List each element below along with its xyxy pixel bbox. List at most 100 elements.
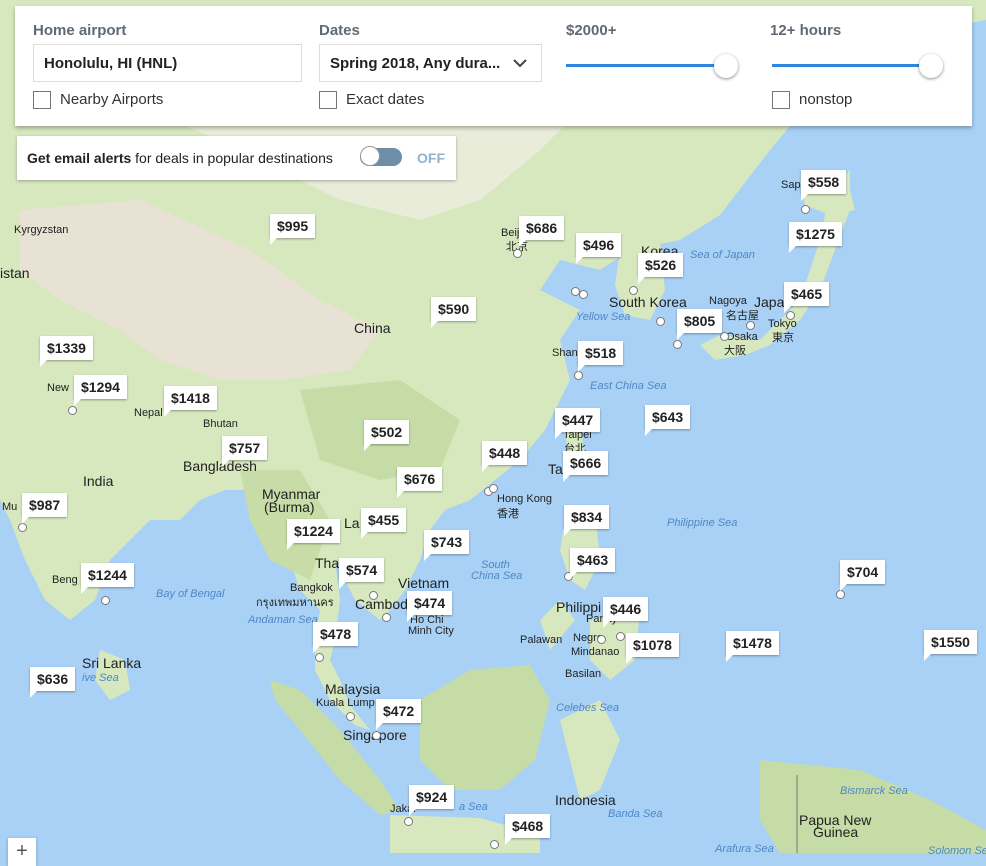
price-marker-bengaluru[interactable]: $1244 — [81, 563, 134, 594]
map-canvas[interactable] — [0, 0, 986, 853]
price-marker-hanoi[interactable]: $676 — [397, 467, 443, 498]
email-alerts-card: Get email alerts for deals in popular de… — [17, 136, 456, 180]
price-slider-track[interactable] — [566, 64, 728, 67]
label-cambodia: Cambod — [355, 596, 408, 612]
home-airport-input[interactable]: Honolulu, HI (HNL) — [33, 44, 302, 82]
price-marker-yangon[interactable]: $1224 — [287, 519, 340, 550]
price-marker-kunming[interactable]: $502 — [364, 420, 410, 451]
price-marker-laos[interactable]: $455 — [361, 508, 407, 539]
email-alerts-toggle[interactable] — [360, 146, 402, 166]
label-basilan: Basilan — [565, 668, 602, 680]
email-alerts-bold: Get email alerts — [27, 150, 132, 166]
label-mumbai: Mu — [2, 501, 18, 513]
city-dot — [801, 205, 810, 214]
home-airport-label: Home airport — [33, 22, 127, 39]
nearby-airports-checkbox[interactable] — [33, 91, 51, 109]
price-marker-cebu[interactable]: $446 — [603, 597, 649, 628]
price-marker-new-delhi[interactable]: $1294 — [74, 375, 127, 406]
label-philippine-sea: Philippine Sea — [667, 517, 738, 529]
label-hong-kong-zh: 香港 — [497, 508, 519, 520]
label-mindanao: Mindanao — [571, 646, 620, 658]
nonstop-checkbox[interactable] — [772, 91, 790, 109]
city-dot — [597, 635, 606, 644]
price-marker-kathmandu[interactable]: $1418 — [164, 386, 217, 417]
duration-slider-handle[interactable] — [919, 54, 943, 78]
label-bismarck-sea: Bismarck Sea — [840, 785, 908, 797]
city-dot — [616, 632, 625, 641]
label-guinea: Guinea — [813, 824, 859, 840]
dates-dropdown[interactable]: Spring 2018, Any dura... — [319, 44, 542, 82]
price-marker-west-china[interactable]: $995 — [270, 214, 316, 245]
price-marker-north-india[interactable]: $1339 — [40, 336, 93, 367]
label-vietnam: Vietnam — [398, 575, 450, 591]
label-andaman-sea: Andaman Sea — [248, 614, 318, 626]
label-sri-lanka: Sri Lanka — [82, 655, 142, 671]
price-marker-manila[interactable]: $834 — [564, 505, 610, 536]
price-marker-shanghai[interactable]: $518 — [578, 341, 624, 372]
price-marker-palau[interactable]: $1478 — [726, 631, 779, 662]
price-marker-singapore[interactable]: $472 — [376, 699, 422, 730]
label-la: La — [344, 515, 360, 531]
label-south-china-sea-2: China Sea — [471, 570, 523, 582]
toggle-state-label: OFF — [417, 150, 445, 166]
price-marker-sapporo[interactable]: $558 — [801, 170, 847, 201]
city-dot — [346, 712, 355, 721]
label-java-sea: a Sea — [459, 801, 488, 813]
toggle-knob[interactable] — [360, 146, 380, 166]
price-marker-maldives[interactable]: $636 — [30, 667, 76, 698]
label-bangkok-th: กรุงเทพมหานคร — [256, 597, 334, 609]
city-dot — [372, 731, 381, 740]
label-bay-of-bengal: Bay of Bengal — [156, 588, 225, 600]
price-marker-da-nang[interactable]: $743 — [424, 530, 470, 561]
city-dot — [489, 484, 498, 493]
price-marker-okinawa[interactable]: $643 — [645, 405, 691, 436]
price-marker-phuket[interactable]: $478 — [313, 622, 359, 653]
filter-panel: Home airport Honolulu, HI (HNL) Nearby A… — [15, 6, 972, 126]
label-bangladesh: Bangladesh — [183, 458, 257, 474]
price-marker-japan-north[interactable]: $1275 — [789, 222, 842, 253]
price-marker-central-china[interactable]: $590 — [431, 297, 477, 328]
price-marker-micronesia[interactable]: $1550 — [924, 630, 977, 661]
price-marker-davao[interactable]: $1078 — [626, 633, 679, 664]
price-marker-south-korea[interactable]: $526 — [638, 253, 684, 284]
price-marker-seoul[interactable]: $496 — [576, 233, 622, 264]
price-marker-ho-chi-minh[interactable]: $474 — [407, 591, 453, 622]
price-marker-bali[interactable]: $468 — [505, 814, 551, 845]
price-marker-luzon-south[interactable]: $463 — [570, 548, 616, 579]
price-filter-label: $2000+ — [566, 22, 617, 39]
zoom-in-button[interactable]: + — [8, 838, 36, 866]
city-dot — [746, 321, 755, 330]
label-kuala-lumpur: Kuala Lump — [316, 697, 375, 709]
label-banda-sea: Banda Sea — [608, 808, 663, 820]
price-marker-jakarta[interactable]: $924 — [409, 785, 455, 816]
exact-dates-checkbox[interactable] — [319, 91, 337, 109]
label-hong-kong: Hong Kong — [497, 493, 553, 505]
duration-slider-track[interactable] — [772, 64, 932, 67]
city-dot — [490, 840, 499, 849]
price-marker-tokyo[interactable]: $465 — [784, 282, 830, 313]
label-laccadive-sea: ive Sea — [82, 672, 119, 684]
price-marker-mumbai[interactable]: $987 — [22, 493, 68, 524]
label-china: China — [354, 320, 391, 336]
city-dot — [673, 340, 682, 349]
label-arafura-sea: Arafura Sea — [715, 843, 774, 855]
price-marker-fukuoka[interactable]: $805 — [677, 309, 723, 340]
price-marker-taipei[interactable]: $447 — [555, 408, 601, 439]
price-marker-bangkok[interactable]: $574 — [339, 558, 385, 589]
city-dot — [404, 817, 413, 826]
exact-dates-label: Exact dates — [346, 91, 425, 108]
label-kyrgyzstan: Kyrgyzstan — [14, 224, 69, 236]
city-dot — [315, 653, 324, 662]
nearby-airports-label: Nearby Airports — [60, 91, 164, 108]
label-nepal: Nepal — [134, 407, 163, 419]
price-marker-guangzhou[interactable]: $448 — [482, 441, 528, 472]
price-marker-bangladesh[interactable]: $757 — [222, 436, 268, 467]
price-marker-beijing[interactable]: $686 — [519, 216, 565, 247]
city-dot — [513, 249, 522, 258]
price-marker-guam[interactable]: $704 — [840, 560, 886, 591]
label-india: India — [83, 473, 114, 489]
price-marker-kaohsiung[interactable]: $666 — [563, 451, 609, 482]
label-istan: istan — [0, 265, 30, 281]
price-slider-handle[interactable] — [714, 54, 738, 78]
label-south-korea: South Korea — [609, 294, 687, 310]
